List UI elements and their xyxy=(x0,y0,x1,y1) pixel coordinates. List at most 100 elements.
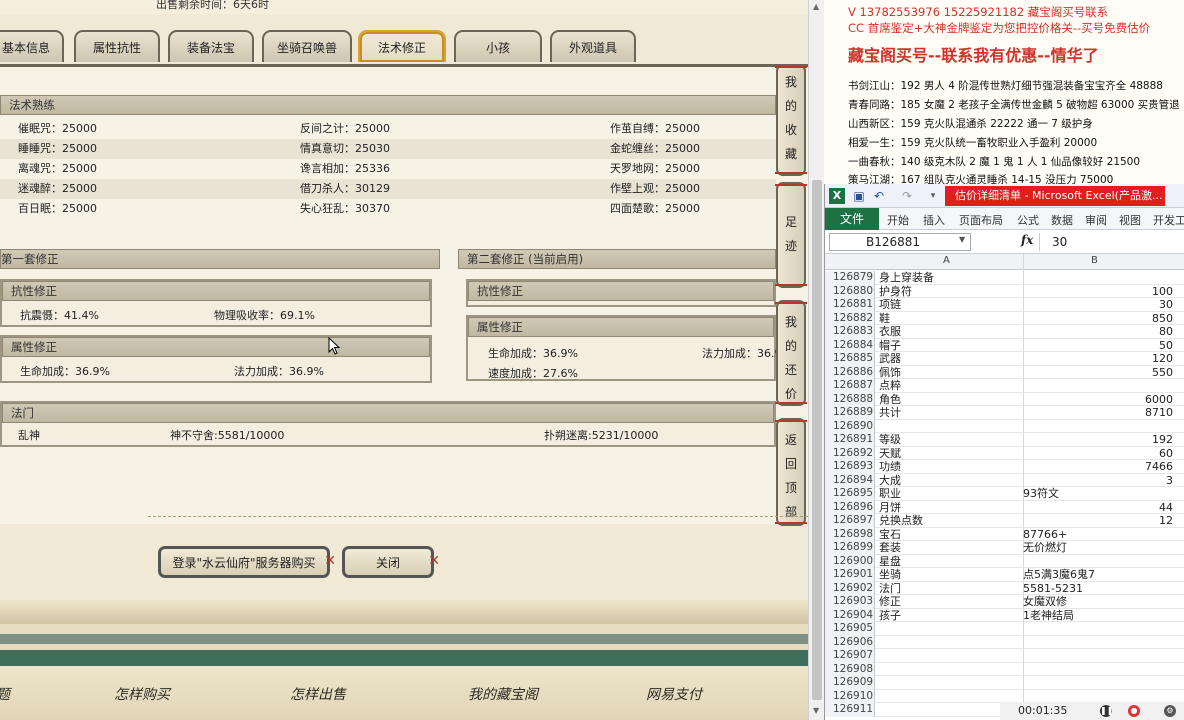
tab-formulas[interactable]: 公式 xyxy=(1017,212,1039,228)
settings-icon[interactable]: ⚙ xyxy=(1164,705,1176,717)
tab-attr-resist[interactable]: 属性抗性 xyxy=(74,30,160,62)
cell-a[interactable]: 宝石 xyxy=(879,528,901,541)
cell-a[interactable]: 兑换点数 xyxy=(879,514,923,527)
save-icon[interactable]: ▣ xyxy=(851,188,867,204)
cell-a[interactable]: 佩饰 xyxy=(879,366,901,379)
row-number[interactable]: 126881 xyxy=(825,298,875,312)
cell-b[interactable]: 80 xyxy=(1023,325,1173,338)
tab-insert[interactable]: 插入 xyxy=(923,212,945,228)
cell-a[interactable]: 职业 xyxy=(879,487,901,500)
tab-file[interactable]: 文件 xyxy=(825,208,879,230)
my-counteroffer-button[interactable]: 我的还价 xyxy=(775,300,807,406)
row-number[interactable]: 126908 xyxy=(825,662,875,676)
cell-a[interactable]: 法门 xyxy=(879,582,901,595)
scroll-thumb[interactable] xyxy=(812,180,822,700)
cell-a[interactable]: 角色 xyxy=(879,393,901,406)
row-number[interactable]: 126892 xyxy=(825,446,875,460)
row-number[interactable]: 126879 xyxy=(825,271,875,285)
cell-a[interactable]: 坐骑 xyxy=(879,568,901,581)
footer-link-how-to-buy[interactable]: 怎样购买 xyxy=(114,684,170,704)
row-number[interactable]: 126884 xyxy=(825,338,875,352)
row-number[interactable]: 126899 xyxy=(825,541,875,555)
tab-page-layout[interactable]: 页面布局 xyxy=(959,212,1003,228)
row-number[interactable]: 126897 xyxy=(825,514,875,528)
column-header-a[interactable]: A xyxy=(943,255,950,266)
pause-icon[interactable]: ❚❚ xyxy=(1100,705,1113,717)
back-to-top-button[interactable]: 返回顶部 xyxy=(775,418,807,526)
cell-a[interactable]: 帽子 xyxy=(879,339,901,352)
cell-b[interactable]: 点5满3魔6鬼7 xyxy=(1023,568,1173,581)
cell-b[interactable]: 44 xyxy=(1023,501,1173,514)
cell-a[interactable]: 功绩 xyxy=(879,460,901,473)
name-box[interactable]: B126881 xyxy=(829,233,971,251)
row-number[interactable]: 126906 xyxy=(825,635,875,649)
row-number[interactable]: 126886 xyxy=(825,365,875,379)
column-header-b[interactable]: B xyxy=(1091,255,1098,266)
row-number[interactable]: 126887 xyxy=(825,379,875,393)
row-number[interactable]: 126909 xyxy=(825,676,875,690)
cell-b[interactable]: 93符文 xyxy=(1023,487,1173,500)
cell-a[interactable]: 身上穿装备 xyxy=(879,271,934,284)
cell-a[interactable]: 衣服 xyxy=(879,325,901,338)
redo-icon[interactable]: ↷ xyxy=(899,188,915,204)
cell-a[interactable]: 孩子 xyxy=(879,609,901,622)
tab-basic-info[interactable]: 基本信息 xyxy=(0,30,64,62)
row-number[interactable]: 126882 xyxy=(825,311,875,325)
footer-link-how-to-sell[interactable]: 怎样出售 xyxy=(290,684,346,704)
cell-b[interactable]: 6000 xyxy=(1023,393,1173,406)
cell-b[interactable]: 30 xyxy=(1023,298,1173,311)
cell-a[interactable]: 大成 xyxy=(879,474,901,487)
tab-appearance[interactable]: 外观道具 xyxy=(550,30,636,62)
name-box-dropdown-icon[interactable]: ▼ xyxy=(959,235,965,244)
cell-a[interactable]: 等级 xyxy=(879,433,901,446)
cell-a[interactable]: 星盘 xyxy=(879,555,901,568)
cell-a[interactable]: 共计 xyxy=(879,406,901,419)
cell-b[interactable]: 550 xyxy=(1023,366,1173,379)
row-number[interactable]: 126903 xyxy=(825,595,875,609)
row-number[interactable]: 126907 xyxy=(825,649,875,663)
tab-mount-summon[interactable]: 坐骑召唤兽 xyxy=(262,30,352,62)
formula-input[interactable]: 30 xyxy=(1039,233,1184,251)
tab-review[interactable]: 审阅 xyxy=(1085,212,1107,228)
tab-spell-correction[interactable]: 法术修正 xyxy=(358,30,446,62)
cell-b[interactable]: 120 xyxy=(1023,352,1173,365)
cell-a[interactable]: 武器 xyxy=(879,352,901,365)
footprint-button[interactable]: 足迹 xyxy=(775,182,807,288)
row-number[interactable]: 126885 xyxy=(825,352,875,366)
tab-developer[interactable]: 开发工 xyxy=(1153,212,1184,228)
tab-equipment[interactable]: 装备法宝 xyxy=(168,30,254,62)
cell-a[interactable]: 鞋 xyxy=(879,312,890,325)
cell-b[interactable]: 女魔双修 xyxy=(1023,595,1173,608)
footer-link-netease-pay[interactable]: 网易支付 xyxy=(646,684,702,704)
row-number[interactable]: 126902 xyxy=(825,581,875,595)
undo-icon[interactable]: ↶ xyxy=(871,188,887,204)
cell-a[interactable]: 护身符 xyxy=(879,285,912,298)
cell-a[interactable]: 项链 xyxy=(879,298,901,311)
customize-toolbar-icon[interactable]: ▾ xyxy=(925,188,941,204)
row-number[interactable]: 126898 xyxy=(825,527,875,541)
row-number[interactable]: 126905 xyxy=(825,622,875,636)
fx-icon[interactable]: fx xyxy=(1021,233,1033,247)
row-number[interactable]: 126895 xyxy=(825,487,875,501)
row-number[interactable]: 126901 xyxy=(825,568,875,582)
cell-b[interactable]: 50 xyxy=(1023,339,1173,352)
cell-a[interactable]: 套装 xyxy=(879,541,901,554)
cell-b[interactable]: 1老神结局 xyxy=(1023,609,1173,622)
cell-b[interactable]: 12 xyxy=(1023,514,1173,527)
browser-scrollbar[interactable]: ▲ ▼ xyxy=(808,0,824,720)
row-number[interactable]: 126883 xyxy=(825,325,875,339)
row-number[interactable]: 126904 xyxy=(825,608,875,622)
cell-b[interactable]: 192 xyxy=(1023,433,1173,446)
row-number[interactable]: 126893 xyxy=(825,460,875,474)
login-buy-button[interactable]: 登录"水云仙府"服务器购买 ✕ xyxy=(158,546,336,578)
cell-a[interactable]: 点粹 xyxy=(879,379,901,392)
row-number[interactable]: 126888 xyxy=(825,392,875,406)
cell-b[interactable]: 850 xyxy=(1023,312,1173,325)
cell-b[interactable]: 8710 xyxy=(1023,406,1173,419)
close-button[interactable]: 关闭 ✕ xyxy=(342,546,440,578)
row-number[interactable]: 126894 xyxy=(825,473,875,487)
row-number[interactable]: 126880 xyxy=(825,284,875,298)
cell-b[interactable]: 7466 xyxy=(1023,460,1173,473)
row-number[interactable]: 126889 xyxy=(825,406,875,420)
row-number[interactable]: 126911 xyxy=(825,703,875,717)
